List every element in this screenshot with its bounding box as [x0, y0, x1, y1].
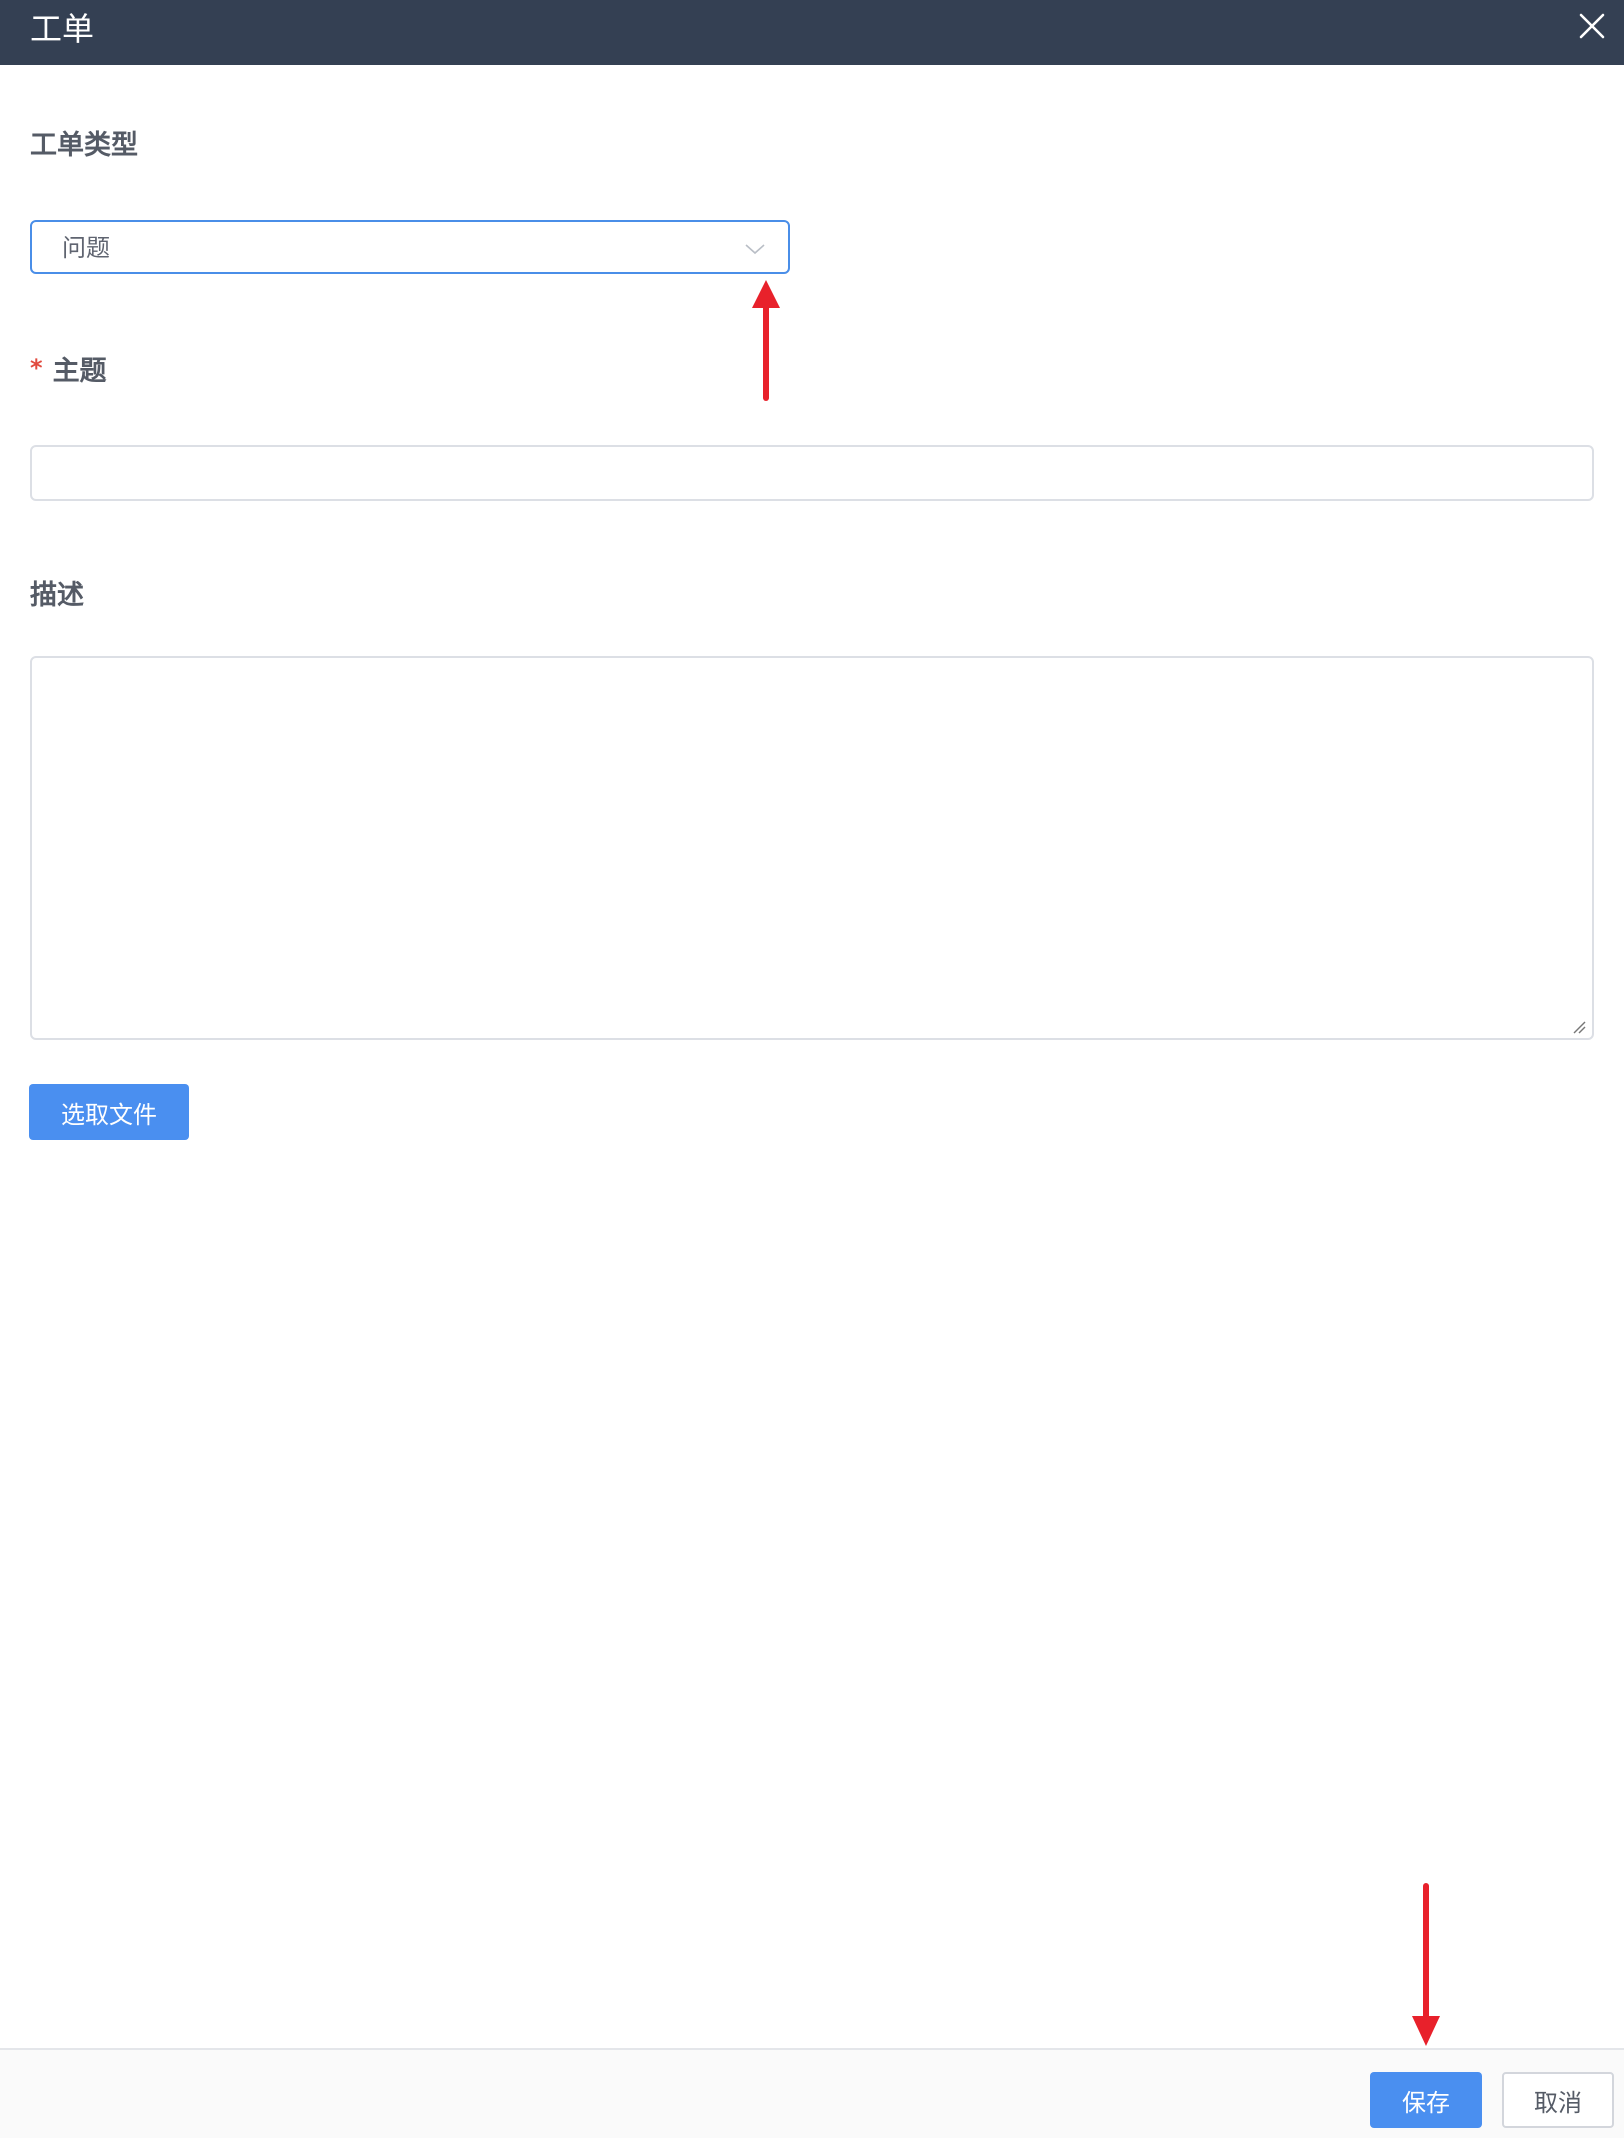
subject-label: 主题 [52, 356, 107, 387]
save-button[interactable]: 保存 [1370, 2072, 1482, 2128]
description-textarea[interactable] [30, 656, 1594, 1040]
close-icon [1579, 13, 1605, 39]
subject-label-row: * 主题 [30, 354, 107, 390]
annotation-arrow-down-icon [1412, 1883, 1440, 2046]
subject-input[interactable] [30, 445, 1594, 501]
close-button[interactable] [1576, 10, 1608, 42]
ticket-type-label: 工单类型 [30, 130, 138, 161]
dialog-title: 工单 [30, 10, 95, 48]
ticket-dialog: 工单 工单类型 问题 * 主题 描述 选取文件 保存 取消 [0, 0, 1624, 2138]
resize-handle-icon[interactable] [1570, 1018, 1586, 1034]
ticket-type-select[interactable]: 问题 [30, 220, 790, 274]
required-mark: * [30, 354, 43, 382]
choose-file-button[interactable]: 选取文件 [29, 1084, 189, 1140]
cancel-button[interactable]: 取消 [1502, 2072, 1614, 2128]
chevron-down-icon [744, 239, 766, 257]
ticket-type-selected-value: 问题 [62, 234, 110, 262]
annotation-arrow-up-icon [752, 280, 780, 401]
dialog-header: 工单 [0, 0, 1624, 65]
description-label: 描述 [30, 580, 84, 611]
